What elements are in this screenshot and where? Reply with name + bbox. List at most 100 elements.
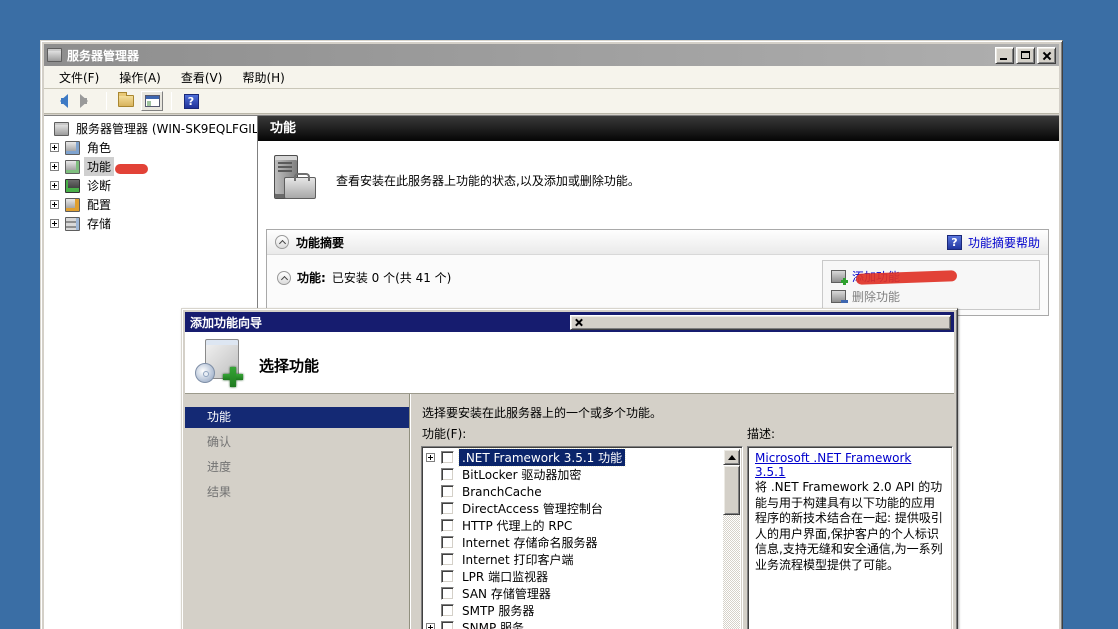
add-features-wizard-icon bbox=[195, 339, 245, 387]
features-icon bbox=[65, 160, 80, 174]
checkbox[interactable] bbox=[441, 621, 454, 629]
description-label: 描述: bbox=[747, 425, 775, 442]
close-icon bbox=[1046, 51, 1047, 60]
toolbar-separator bbox=[171, 92, 172, 110]
collapse-chevron-icon[interactable] bbox=[277, 271, 291, 285]
checkbox[interactable] bbox=[441, 468, 454, 481]
close-button[interactable] bbox=[1037, 47, 1056, 64]
server-manager-icon bbox=[54, 122, 69, 136]
feature-row[interactable]: BranchCache bbox=[424, 483, 742, 500]
checkbox[interactable] bbox=[441, 502, 454, 515]
expand-plus-icon[interactable] bbox=[426, 623, 435, 629]
window-title: 服务器管理器 bbox=[67, 47, 995, 64]
server-manager-icon bbox=[47, 48, 62, 62]
checkbox[interactable] bbox=[441, 536, 454, 549]
scrollbar-thumb[interactable] bbox=[723, 465, 740, 515]
window-titlebar[interactable]: 服务器管理器 bbox=[44, 44, 1059, 66]
features-page-description: 查看安装在此服务器上功能的状态,以及添加或删除功能。 bbox=[336, 172, 640, 189]
maximize-button[interactable] bbox=[1016, 47, 1035, 64]
tree-root-label[interactable]: 服务器管理器 (WIN-SK9EQLFGIL bbox=[73, 119, 258, 138]
features-summary-help-link[interactable]: 功能摘要帮助 bbox=[968, 234, 1040, 251]
framework-description-link[interactable]: Microsoft .NET Framework 3.5.1 bbox=[755, 451, 911, 479]
menu-bar: 文件(F) 操作(A) 查看(V) 帮助(H) bbox=[44, 66, 1059, 89]
wizard-step-features[interactable]: 功能 bbox=[185, 407, 409, 428]
features-list-label: 功能(F): bbox=[422, 425, 466, 442]
dialog-title: 添加功能向导 bbox=[190, 314, 570, 331]
scroll-up-button[interactable] bbox=[723, 449, 740, 465]
checkbox[interactable] bbox=[441, 485, 454, 498]
tree-item-diagnostics[interactable]: 诊断 bbox=[44, 176, 257, 195]
minimize-icon bbox=[1000, 58, 1007, 60]
checkbox[interactable] bbox=[441, 451, 454, 464]
storage-icon bbox=[65, 217, 80, 231]
back-arrow-icon bbox=[53, 96, 69, 106]
menu-action[interactable]: 操作(A) bbox=[110, 67, 170, 88]
expand-plus-icon[interactable] bbox=[50, 162, 59, 171]
scrollbar[interactable] bbox=[723, 449, 740, 629]
tree-item-roles[interactable]: 角色 bbox=[44, 138, 257, 157]
minimize-button[interactable] bbox=[995, 47, 1014, 64]
help-icon bbox=[184, 94, 199, 109]
back-button[interactable] bbox=[50, 91, 72, 111]
wizard-step-progress[interactable]: 进度 bbox=[185, 457, 409, 478]
show-console-tree-button[interactable] bbox=[141, 91, 163, 111]
remove-features-link[interactable]: 删除功能 bbox=[852, 288, 900, 305]
expand-plus-icon[interactable] bbox=[50, 181, 59, 190]
feature-row[interactable]: LPR 端口监视器 bbox=[424, 568, 742, 585]
feature-row[interactable]: DirectAccess 管理控制台 bbox=[424, 500, 742, 517]
forward-arrow-icon bbox=[79, 96, 95, 106]
help-button[interactable] bbox=[180, 91, 202, 111]
feature-row[interactable]: BitLocker 驱动器加密 bbox=[424, 466, 742, 483]
features-page-header: 功能 bbox=[258, 116, 1059, 141]
triangle-up-icon bbox=[728, 451, 736, 460]
feature-row[interactable]: SNMP 服务 bbox=[424, 619, 742, 629]
expand-plus-icon[interactable] bbox=[50, 219, 59, 228]
export-list-button[interactable] bbox=[115, 91, 137, 111]
feature-row[interactable]: Internet 存储命名服务器 bbox=[424, 534, 742, 551]
wizard-page-title: 选择功能 bbox=[259, 355, 319, 376]
configuration-icon bbox=[65, 198, 80, 212]
feature-row[interactable]: SAN 存储管理器 bbox=[424, 585, 742, 602]
feature-row[interactable]: Internet 打印客户端 bbox=[424, 551, 742, 568]
tree-item-features[interactable]: 功能 bbox=[44, 157, 257, 176]
expand-plus-icon[interactable] bbox=[50, 143, 59, 152]
wizard-step-confirmation[interactable]: 确认 bbox=[185, 432, 409, 453]
dialog-close-button[interactable] bbox=[570, 315, 952, 330]
checkbox[interactable] bbox=[441, 570, 454, 583]
checkbox[interactable] bbox=[441, 519, 454, 532]
tree-root[interactable]: 服务器管理器 (WIN-SK9EQLFGIL bbox=[44, 119, 257, 138]
checkbox[interactable] bbox=[441, 604, 454, 617]
menu-view[interactable]: 查看(V) bbox=[172, 67, 232, 88]
dialog-titlebar[interactable]: 添加功能向导 bbox=[185, 312, 954, 332]
menu-file[interactable]: 文件(F) bbox=[50, 67, 108, 88]
checkbox[interactable] bbox=[441, 553, 454, 566]
feature-row[interactable]: HTTP 代理上的 RPC bbox=[424, 517, 742, 534]
expand-plus-icon[interactable] bbox=[426, 453, 435, 462]
wizard-steps-nav: 功能 确认 进度 结果 bbox=[185, 394, 410, 629]
red-annotation-features bbox=[115, 164, 148, 174]
feature-row[interactable]: .NET Framework 3.5.1 功能 bbox=[424, 449, 742, 466]
expand-plus-icon[interactable] bbox=[50, 200, 59, 209]
wizard-step-results[interactable]: 结果 bbox=[185, 482, 409, 503]
feature-row[interactable]: SMTP 服务器 bbox=[424, 602, 742, 619]
checkbox[interactable] bbox=[441, 587, 454, 600]
diagnostics-icon bbox=[65, 179, 80, 193]
wizard-instruction: 选择要安装在此服务器上的一个或多个功能。 bbox=[422, 404, 662, 421]
page-title: 功能 bbox=[270, 121, 296, 136]
remove-features-icon bbox=[831, 290, 846, 303]
tree-item-configuration[interactable]: 配置 bbox=[44, 195, 257, 214]
wizard-content: 选择要安装在此服务器上的一个或多个功能。 功能(F): 描述: .NET Fra… bbox=[410, 394, 954, 629]
maximize-icon bbox=[1021, 51, 1030, 59]
collapse-chevron-icon[interactable] bbox=[275, 235, 289, 249]
menu-help[interactable]: 帮助(H) bbox=[233, 67, 293, 88]
close-icon bbox=[578, 318, 579, 326]
tree-item-storage[interactable]: 存储 bbox=[44, 214, 257, 233]
console-tree-icon bbox=[145, 95, 160, 107]
forward-button[interactable] bbox=[76, 91, 98, 111]
folder-icon bbox=[118, 95, 134, 107]
summary-title: 功能摘要 bbox=[296, 234, 947, 251]
features-list[interactable]: .NET Framework 3.5.1 功能 BitLocker 驱动器加密 … bbox=[421, 446, 743, 629]
features-toolbox-icon bbox=[270, 155, 322, 205]
toolbar-separator bbox=[106, 92, 107, 110]
desktop: 服务器管理器 文件(F) 操作(A) 查看(V) 帮助(H) bbox=[0, 0, 1118, 629]
